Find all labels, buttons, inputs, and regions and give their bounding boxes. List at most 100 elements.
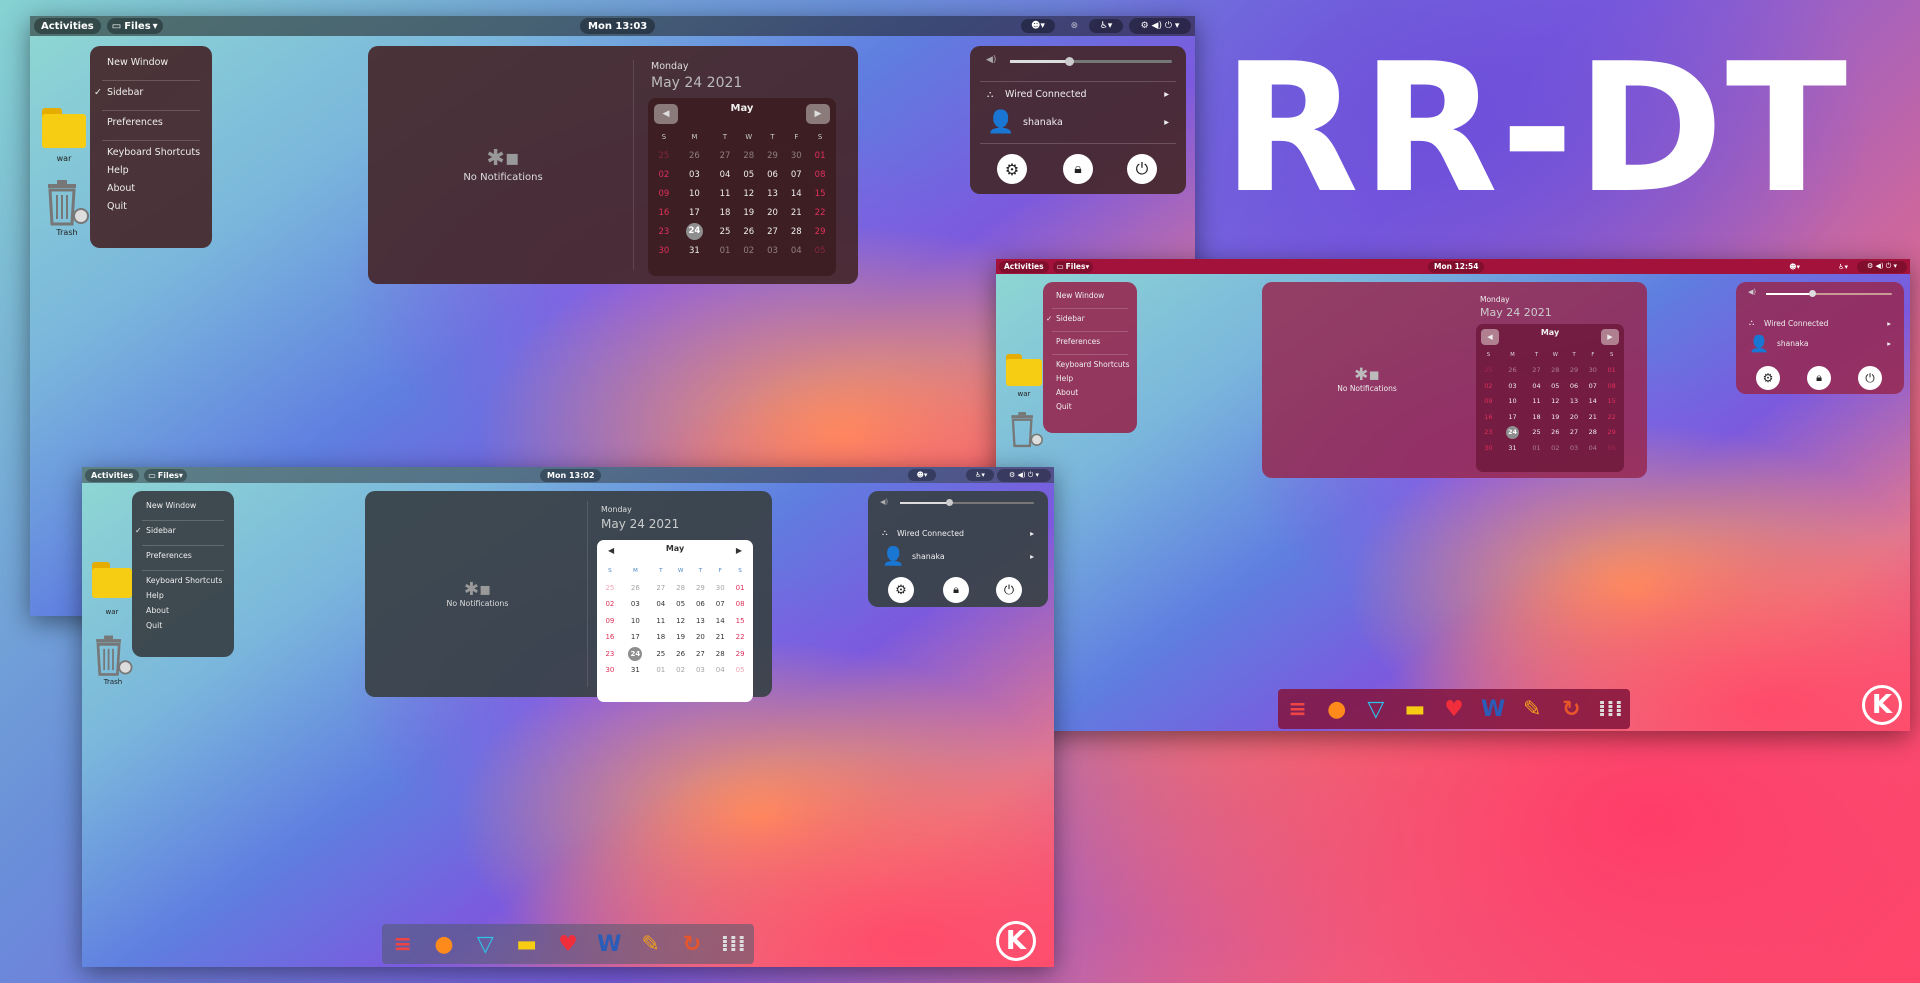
calendar-day[interactable]: 14: [710, 613, 730, 630]
calendar-day[interactable]: 23: [652, 222, 676, 241]
calendar-day[interactable]: 21: [1583, 409, 1602, 425]
lock-button[interactable]: 🔒︎: [943, 577, 969, 603]
calendar-day[interactable]: 17: [1498, 409, 1527, 425]
calendar-day[interactable]: 06: [691, 596, 711, 613]
next-month-button[interactable]: ▶: [806, 104, 830, 124]
files-folder-icon[interactable]: ▬: [1395, 689, 1434, 729]
menu-item-keyboard-shortcuts[interactable]: Keyboard Shortcuts: [132, 576, 234, 591]
activities-button[interactable]: Activities: [999, 260, 1049, 273]
calendar-day[interactable]: 25: [713, 222, 737, 241]
calendar-day[interactable]: 08: [1602, 378, 1621, 394]
calendar-day[interactable]: 05: [1546, 378, 1565, 394]
next-month-button[interactable]: ▶: [736, 546, 742, 555]
calendar-day[interactable]: 27: [691, 646, 711, 663]
user-row[interactable]: 👤 shanaka ▸: [987, 110, 1169, 135]
calendar-day[interactable]: 28: [737, 146, 761, 165]
update-icon[interactable]: ↻: [1552, 689, 1591, 729]
accessibility-icon[interactable]: ♿▾: [1838, 263, 1848, 271]
menu-item-sidebar[interactable]: ✓ Sidebar: [132, 526, 234, 537]
heart-icon[interactable]: ♥: [1434, 689, 1473, 729]
calendar-day[interactable]: 26: [620, 580, 651, 597]
calendar-day[interactable]: 04: [1527, 378, 1546, 394]
calendar-day[interactable]: 02: [1546, 440, 1565, 456]
trash-icon[interactable]: [1008, 409, 1044, 449]
calendar-day[interactable]: 10: [620, 613, 651, 630]
indicators-left[interactable]: ☻▾: [908, 469, 936, 481]
calendar-day[interactable]: 03: [676, 165, 713, 184]
calendar-day[interactable]: 01: [730, 580, 750, 597]
menu-item-new-window[interactable]: New Window: [90, 57, 212, 71]
calendar-day[interactable]: 12: [737, 184, 761, 203]
menu-item-new-window[interactable]: New Window: [132, 501, 234, 512]
calendar-day[interactable]: 16: [600, 629, 620, 646]
calendar-day[interactable]: 12: [1546, 394, 1565, 410]
calendar-day[interactable]: 05: [671, 596, 691, 613]
word-doc-icon[interactable]: W: [589, 924, 630, 964]
user-row[interactable]: 👤 shanaka ▸: [882, 546, 1034, 567]
folder-icon[interactable]: [1006, 354, 1042, 386]
activities-button[interactable]: Activities: [34, 18, 101, 34]
system-status-button[interactable]: ⚙ ◀) ⏻ ▾: [997, 468, 1051, 482]
calendar-day[interactable]: 01: [1602, 363, 1621, 379]
calendar-day[interactable]: 20: [1565, 409, 1584, 425]
calendar-day[interactable]: 29: [691, 580, 711, 597]
calendar-day[interactable]: 25: [600, 580, 620, 597]
settings-button[interactable]: ⚙: [997, 154, 1027, 184]
calendar-day[interactable]: 18: [713, 203, 737, 222]
calendar-day[interactable]: 28: [710, 646, 730, 663]
user-row[interactable]: 👤 shanaka ▸: [1749, 334, 1891, 353]
calendar-day[interactable]: 07: [1583, 378, 1602, 394]
calendar-day[interactable]: 01: [713, 241, 737, 260]
folder-icon[interactable]: [42, 108, 86, 148]
calendar-day[interactable]: 24: [620, 646, 651, 663]
menu-item-about[interactable]: About: [132, 606, 234, 621]
folder-icon[interactable]: [92, 562, 132, 598]
clock-button[interactable]: Mon 13:03: [580, 18, 656, 34]
calendar-day[interactable]: 05: [808, 241, 832, 260]
calendar-day[interactable]: 02: [600, 596, 620, 613]
clock-button[interactable]: Mon 12:54: [1428, 260, 1485, 273]
calendar-day[interactable]: 27: [1565, 425, 1584, 441]
calendar-day[interactable]: 05: [737, 165, 761, 184]
calendar-day[interactable]: 04: [1583, 440, 1602, 456]
calendar-day[interactable]: 16: [652, 203, 676, 222]
calendar-day[interactable]: 28: [671, 580, 691, 597]
app-grid-icon[interactable]: ⁞⁞⁞: [1591, 689, 1630, 729]
calendar-day[interactable]: 31: [1498, 440, 1527, 456]
menu-item-help[interactable]: Help: [132, 591, 234, 606]
calendar-day[interactable]: 28: [1583, 425, 1602, 441]
calendar-day[interactable]: 11: [1527, 394, 1546, 410]
calendar-day[interactable]: 27: [1527, 363, 1546, 379]
heart-icon[interactable]: ♥: [547, 924, 588, 964]
calendar-day[interactable]: 03: [691, 662, 711, 679]
calendar-day[interactable]: 15: [808, 184, 832, 203]
calendar-day[interactable]: 26: [671, 646, 691, 663]
power-button[interactable]: ⏻: [1127, 154, 1157, 184]
calendar-day[interactable]: 08: [808, 165, 832, 184]
trash-icon[interactable]: [92, 632, 134, 678]
calendar-day[interactable]: 14: [784, 184, 808, 203]
date-label[interactable]: May 24 2021: [601, 517, 679, 531]
calendar-day[interactable]: 28: [1546, 363, 1565, 379]
calendar-day[interactable]: 01: [651, 662, 671, 679]
calendar-day[interactable]: 09: [1479, 394, 1498, 410]
calendar-day[interactable]: 07: [784, 165, 808, 184]
calendar-day[interactable]: 04: [651, 596, 671, 613]
menu-item-keyboard-shortcuts[interactable]: Keyboard Shortcuts: [1043, 360, 1137, 374]
update-icon[interactable]: ↻: [671, 924, 712, 964]
date-label[interactable]: May 24 2021: [1480, 306, 1552, 319]
calendar-day[interactable]: 01: [1527, 440, 1546, 456]
calendar-day[interactable]: 04: [710, 662, 730, 679]
calendar-day[interactable]: 05: [730, 662, 750, 679]
calendar-day[interactable]: 09: [652, 184, 676, 203]
activities-button[interactable]: Activities: [85, 468, 140, 482]
calendar-day[interactable]: 18: [1527, 409, 1546, 425]
calendar-day[interactable]: 01: [808, 146, 832, 165]
calendar-day[interactable]: 15: [1602, 394, 1621, 410]
menu-item-quit[interactable]: Quit: [1043, 402, 1137, 416]
calendar-day[interactable]: 26: [737, 222, 761, 241]
accessibility-button[interactable]: ♿▾: [1089, 19, 1123, 33]
calendar-day[interactable]: 03: [620, 596, 651, 613]
calendar-day[interactable]: 23: [600, 646, 620, 663]
calendar-day[interactable]: 30: [652, 241, 676, 260]
